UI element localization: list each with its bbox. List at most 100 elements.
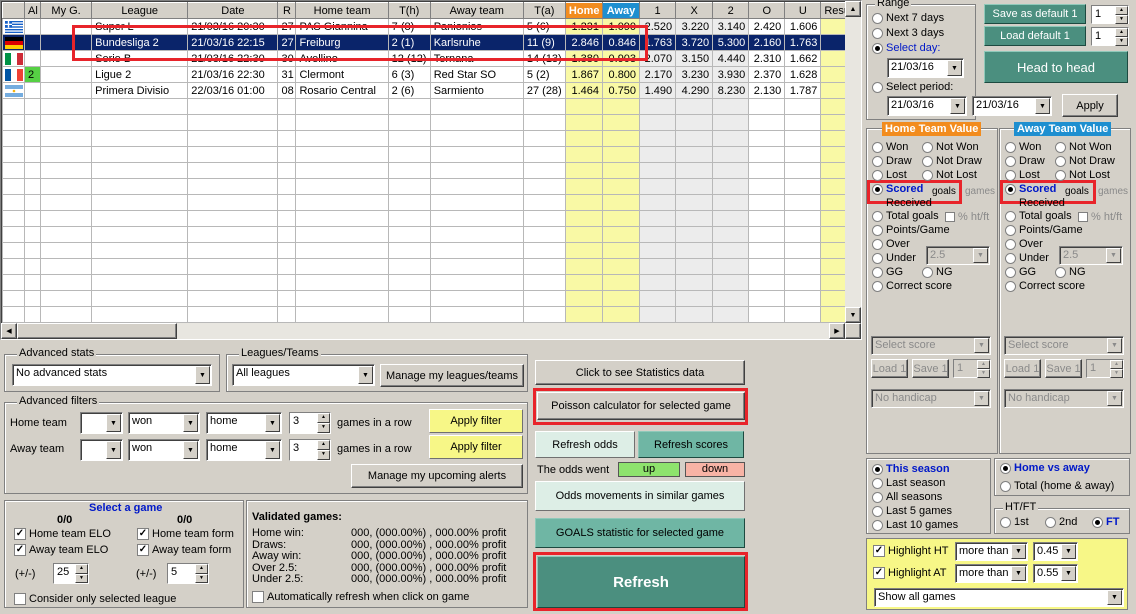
table-row[interactable] — [1, 242, 861, 259]
save-default-spinner[interactable]: 1 ▲ ▼ — [1091, 5, 1129, 24]
option-under[interactable]: Under — [1005, 252, 1049, 264]
table-row[interactable] — [1, 130, 861, 147]
score-slot-spinner[interactable]: 1 ▲ ▼ — [953, 359, 991, 378]
auto-refresh-checkbox[interactable]: Automatically refresh when click on game — [252, 591, 469, 603]
option-correct-score[interactable]: Correct score — [1005, 280, 1085, 292]
period-from-picker[interactable]: 21/03/16 ▼ — [887, 96, 967, 116]
spin-down-icon[interactable]: ▼ — [1115, 37, 1128, 46]
table-row[interactable] — [1, 226, 861, 243]
table-row[interactable]: Super L 21/03/16 20:30 27 PAS Giannina 7 (8)… — [1, 18, 861, 35]
table-row[interactable] — [1, 146, 861, 163]
option-correct-score[interactable]: Correct score — [872, 280, 952, 292]
apply-range-button[interactable]: Apply — [1062, 94, 1118, 117]
column-header[interactable]: T(h) — [387, 2, 431, 19]
spin-down-icon[interactable]: ▼ — [317, 450, 330, 460]
column-header[interactable] — [1, 2, 26, 19]
load-default-spinner[interactable]: 1 ▲ ▼ — [1091, 27, 1129, 46]
form-spinner[interactable]: 5 ▲ ▼ — [167, 563, 209, 584]
save-score-button[interactable]: Save 1 — [912, 359, 949, 378]
spin-up-icon[interactable]: ▲ — [195, 564, 208, 574]
score-slot-spinner[interactable]: 1 ▲ ▼ — [1086, 359, 1124, 378]
option-ng[interactable]: NG — [922, 266, 953, 278]
option-over[interactable]: Over — [1005, 238, 1043, 250]
column-header[interactable]: X — [675, 2, 714, 19]
option-won[interactable]: Won — [1005, 141, 1041, 153]
spinner-arrows[interactable]: ▲ ▼ — [195, 564, 208, 583]
highlight-ht-mode[interactable]: more than ▼ — [955, 542, 1028, 561]
scroll-up-arrow-icon[interactable]: ▲ — [845, 1, 861, 17]
period-to-picker[interactable]: 21/03/16 ▼ — [972, 96, 1052, 116]
spinner-arrows[interactable]: ▲ ▼ — [1115, 28, 1128, 46]
table-row[interactable] — [1, 98, 861, 115]
htft-option[interactable]: FT — [1092, 516, 1119, 528]
refresh-scores-button[interactable]: Refresh scores — [638, 431, 744, 458]
away-filter-blank[interactable]: ▼ — [80, 439, 123, 461]
option-not-won[interactable]: Not Won — [922, 141, 979, 153]
odds-movements-button[interactable]: Odds movements in similar games — [535, 481, 745, 511]
option-scored[interactable]: Scored — [1005, 183, 1056, 195]
range-next7[interactable]: Next 7 days — [872, 12, 944, 24]
spin-up-icon[interactable]: ▲ — [1115, 28, 1128, 37]
spin-down-icon[interactable]: ▼ — [195, 573, 208, 583]
range-select-period[interactable]: Select period: — [872, 81, 953, 93]
column-header[interactable]: 1 — [639, 2, 677, 19]
scroll-thumb[interactable] — [17, 323, 177, 339]
spinner-arrows[interactable]: ▲ ▼ — [317, 413, 330, 433]
apply-away-filter-button[interactable]: Apply filter — [429, 435, 523, 459]
spinner-arrows[interactable]: ▲ ▼ — [75, 564, 88, 583]
option-not-won[interactable]: Not Won — [1055, 141, 1112, 153]
option-not-draw[interactable]: Not Draw — [922, 155, 982, 167]
spin-down-icon[interactable]: ▼ — [317, 423, 330, 433]
pct-checkbox[interactable]: % ht/ft — [945, 211, 989, 223]
option-not-lost[interactable]: Not Lost — [922, 169, 977, 181]
column-header[interactable]: League — [91, 2, 189, 19]
away-filter-result[interactable]: won ▼ — [128, 439, 200, 461]
column-header[interactable]: R — [277, 2, 297, 19]
save-default-button[interactable]: Save as default 1 — [984, 4, 1086, 24]
manage-alerts-button[interactable]: Manage my upcoming alerts — [351, 464, 523, 488]
option-gg[interactable]: GG — [1005, 266, 1036, 278]
table-row[interactable]: Bundesliga 2 21/03/16 22:15 27 Freiburg 2 (1… — [1, 34, 861, 51]
scroll-left-arrow-icon[interactable]: ◀ — [1, 323, 17, 339]
table-row[interactable] — [1, 178, 861, 195]
leagues-select[interactable]: All leagues ▼ — [232, 364, 375, 386]
away-form-checkbox[interactable]: ✓ Away team form — [137, 544, 231, 556]
table-row[interactable] — [1, 162, 861, 179]
elo-spinner[interactable]: 25 ▲ ▼ — [53, 563, 89, 584]
column-header[interactable]: Home — [564, 2, 603, 19]
scroll-right-arrow-icon[interactable]: ▶ — [829, 323, 845, 339]
option-draw[interactable]: Draw — [1005, 155, 1045, 167]
column-header[interactable]: U — [784, 2, 822, 19]
table-row[interactable] — [1, 290, 861, 307]
table-row[interactable] — [1, 306, 861, 323]
column-header[interactable]: Away team — [429, 2, 524, 19]
column-header[interactable]: Al — [24, 2, 42, 19]
option-points[interactable]: Points/Game — [1005, 224, 1083, 236]
column-header[interactable]: T(a) — [522, 2, 566, 19]
season-option[interactable]: This season — [872, 463, 950, 475]
season-option[interactable]: Last 10 games — [872, 519, 958, 531]
head-to-head-button[interactable]: Head to head — [984, 51, 1128, 83]
option-under[interactable]: Under — [872, 252, 916, 264]
home-filter-count[interactable]: 3 ▲ ▼ — [289, 412, 331, 434]
option-over[interactable]: Over — [872, 238, 910, 250]
highlight-at-value[interactable]: 0.55 ▼ — [1033, 564, 1078, 583]
handicap-select[interactable]: No handicap ▼ — [1004, 389, 1124, 408]
home-form-checkbox[interactable]: ✓ Home team form — [137, 528, 234, 540]
highlight-at-mode[interactable]: more than ▼ — [955, 564, 1028, 583]
spinner-arrows[interactable]: ▲ ▼ — [1115, 6, 1128, 24]
option-not-draw[interactable]: Not Draw — [1055, 155, 1115, 167]
option-lost[interactable]: Lost — [872, 169, 907, 181]
grid-horizontal-scrollbar[interactable]: ◀ ▶ — [1, 323, 845, 339]
under-value-select[interactable]: 2.5 ▼ — [926, 246, 990, 265]
spinner-arrows[interactable]: ▲ ▼ — [1110, 360, 1123, 378]
table-row[interactable]: Primera Divisio 22/03/16 01:00 08 Rosario C… — [1, 82, 861, 99]
load-default-button[interactable]: Load default 1 — [984, 26, 1086, 46]
range-day-picker[interactable]: 21/03/16 ▼ — [887, 58, 964, 78]
option-scored[interactable]: Scored — [872, 183, 923, 195]
save-score-button[interactable]: Save 1 — [1045, 359, 1082, 378]
spinner-arrows[interactable]: ▲ ▼ — [317, 440, 330, 460]
range-select-day[interactable]: Select day: — [872, 42, 940, 54]
option-gg[interactable]: GG — [872, 266, 903, 278]
load-score-button[interactable]: Load 1 — [1004, 359, 1041, 378]
